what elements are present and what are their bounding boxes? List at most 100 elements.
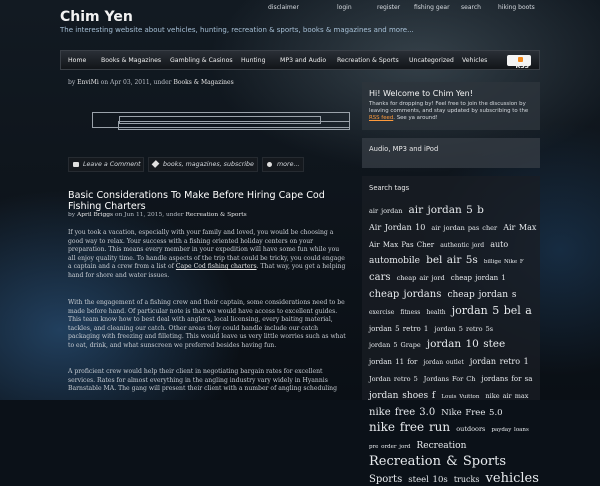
tag-link[interactable]: jordan retro 1	[470, 357, 529, 366]
tag-link[interactable]: Recreation & Sports	[369, 454, 506, 469]
post-paragraph-2: With the engagement of a fishing crew an…	[68, 299, 346, 349]
post2-meta-date: on Jun 11, 2015, under	[113, 212, 186, 218]
tag-link[interactable]: jordan shoes f	[369, 391, 435, 401]
tag-link[interactable]: air jordan pas cher	[431, 224, 497, 232]
top-nav-search[interactable]: search	[461, 4, 481, 11]
nav-item-books-magazines[interactable]: Books & Magazines	[101, 57, 161, 64]
post-image-frame-lower	[118, 121, 350, 130]
tag-link[interactable]: Air Max Pas Cher	[369, 241, 434, 249]
tag-link[interactable]: jordan outlet	[424, 359, 464, 366]
tag-link[interactable]: health	[426, 309, 445, 316]
tag-link[interactable]: trucks	[454, 475, 480, 484]
main-nav: Home Books & Magazines Gambling & Casino…	[60, 50, 540, 70]
rss-button[interactable]: RSS	[507, 55, 531, 70]
post-tags-label: books, magazines, subscribe	[163, 161, 254, 168]
post2-author[interactable]: April Briggs	[77, 212, 113, 218]
tag-link[interactable]: cheap jordans	[369, 289, 441, 300]
cape-cod-link[interactable]: Cape Cod fishing charters	[176, 263, 257, 270]
comment-icon	[73, 162, 79, 167]
tag-link[interactable]: jordan 5 retro 5s	[434, 325, 493, 333]
nav-item-hunting[interactable]: Hunting	[241, 57, 266, 64]
tag-link[interactable]: Jordan retro 5	[369, 375, 418, 383]
tag-link[interactable]: billige Nike F	[484, 259, 524, 266]
post2-meta: by April Briggs on Jun 11, 2015, under R…	[68, 212, 247, 218]
nav-item-mp3-audio[interactable]: MP3 and Audio	[280, 57, 326, 64]
more-icon	[267, 162, 272, 167]
top-nav-disclaimer[interactable]: disclaimer	[268, 4, 299, 11]
tag-link[interactable]: air jordan	[369, 207, 402, 215]
nav-item-recreation-sports[interactable]: Recreation & Sports	[337, 57, 399, 64]
tag-link[interactable]: fitness	[400, 309, 420, 316]
tag-link[interactable]: Sports	[369, 474, 402, 485]
more-button[interactable]: more...	[262, 157, 304, 172]
top-nav-login[interactable]: login	[337, 4, 352, 11]
nav-item-home[interactable]: Home	[68, 57, 86, 64]
tag-icon	[151, 160, 160, 168]
tag-link[interactable]: jordan 5 retro 1	[369, 325, 428, 333]
tag-link[interactable]: jordan 11 for	[369, 358, 417, 366]
post-paragraph-1: If you took a vacation, especially with …	[68, 229, 348, 281]
post-meta-by: by	[68, 79, 78, 86]
post-paragraph-3: A proficient crew would help their clien…	[68, 368, 337, 393]
audio-mp3-widget: Audio, MP3 and iPod	[362, 138, 540, 168]
welcome-text-a: Thanks for dropping by! Feel free to joi…	[369, 101, 529, 115]
post2-category[interactable]: Recreation & Sports	[185, 212, 246, 218]
tag-link[interactable]: nike air max	[485, 392, 528, 400]
tag-link[interactable]: jordans for sa	[482, 375, 533, 383]
tag-link[interactable]: auto	[490, 240, 508, 249]
tag-link[interactable]: outdoors	[456, 425, 485, 433]
tag-link[interactable]: cheap air jord	[397, 274, 445, 282]
tag-link[interactable]: Recreation	[417, 441, 467, 451]
leave-comment-label: Leave a Comment	[83, 161, 141, 168]
post-meta-date: on Apr 03, 2011, under	[98, 79, 174, 86]
site-description: The interesting website about vehicles, …	[60, 26, 414, 34]
rss-feed-link[interactable]: RSS feed	[369, 115, 393, 121]
welcome-text-b: . See ya around!	[393, 115, 438, 122]
post-category[interactable]: Books & Magazines	[173, 79, 233, 86]
top-nav-register[interactable]: register	[377, 4, 400, 11]
tag-link[interactable]: cheap jordan 1	[451, 274, 506, 282]
audio-mp3-widget-title[interactable]: Audio, MP3 and iPod	[369, 145, 438, 153]
search-tags-widget: Search tags air jordan air jordan 5 b Ai…	[362, 176, 540, 485]
tag-link[interactable]: cheap jordan s	[447, 290, 516, 300]
rss-label: RSS	[515, 63, 529, 70]
post-tags-button[interactable]: books, magazines, subscribe	[148, 157, 258, 172]
tag-link[interactable]: payday loans	[492, 427, 529, 433]
leave-comment-button[interactable]: Leave a Comment	[68, 157, 144, 172]
top-nav-fishing-gear[interactable]: fishing gear	[414, 4, 450, 11]
welcome-title: Hi! Welcome to Chim Yen!	[369, 89, 473, 98]
tag-link[interactable]: Air Jordan 10	[369, 223, 425, 232]
site-title[interactable]: Chim Yen	[60, 9, 133, 25]
tag-link[interactable]: Nike Free 5.0	[441, 408, 502, 418]
welcome-widget: Hi! Welcome to Chim Yen! Thanks for drop…	[362, 82, 540, 130]
tag-link[interactable]: Jordans For Ch	[424, 375, 476, 383]
post2-meta-by: by	[68, 212, 77, 218]
welcome-text: Thanks for dropping by! Feel free to joi…	[369, 101, 537, 123]
tag-link[interactable]: nike free run	[369, 420, 450, 434]
tag-link[interactable]: cars	[369, 272, 390, 283]
post-title[interactable]: Basic Considerations To Make Before Hiri…	[68, 190, 348, 212]
tag-link[interactable]: nike free 3.0	[369, 407, 435, 418]
more-label: more...	[277, 161, 300, 168]
tag-link[interactable]: exercise	[369, 309, 394, 316]
tag-link[interactable]: automobile	[369, 256, 420, 266]
tag-link[interactable]: pre order jord	[369, 444, 410, 450]
tag-link[interactable]: Air Max	[503, 223, 536, 232]
post-meta: by EnviMi on Apr 03, 2011, under Books &…	[68, 79, 234, 86]
nav-item-vehicles[interactable]: Vehicles	[462, 57, 487, 64]
tag-link[interactable]: vehicles	[486, 471, 539, 486]
tag-link[interactable]: jordan 5 bel a	[452, 304, 532, 317]
nav-item-uncategorized[interactable]: Uncategorized	[409, 57, 454, 64]
tag-link[interactable]: jordan 10 stee	[427, 338, 505, 350]
search-tags-title: Search tags	[369, 184, 410, 192]
top-nav-hiking-boots[interactable]: hiking boots	[498, 4, 535, 11]
tag-link[interactable]: Louis Vuitton	[441, 394, 479, 400]
nav-item-gambling-casinos[interactable]: Gambling & Casinos	[170, 57, 233, 64]
tag-link[interactable]: steel 10s	[408, 475, 447, 485]
post-author[interactable]: EnviMi	[77, 79, 99, 86]
tag-link[interactable]: bel air 5s	[426, 254, 478, 266]
tag-link[interactable]: air jordan 5 b	[408, 204, 483, 216]
tag-link[interactable]: authentic jord	[440, 242, 484, 249]
tag-cloud: air jordan air jordan 5 b Air Jordan 10 …	[369, 200, 541, 486]
tag-link[interactable]: jordan 5 Grape	[369, 341, 421, 349]
